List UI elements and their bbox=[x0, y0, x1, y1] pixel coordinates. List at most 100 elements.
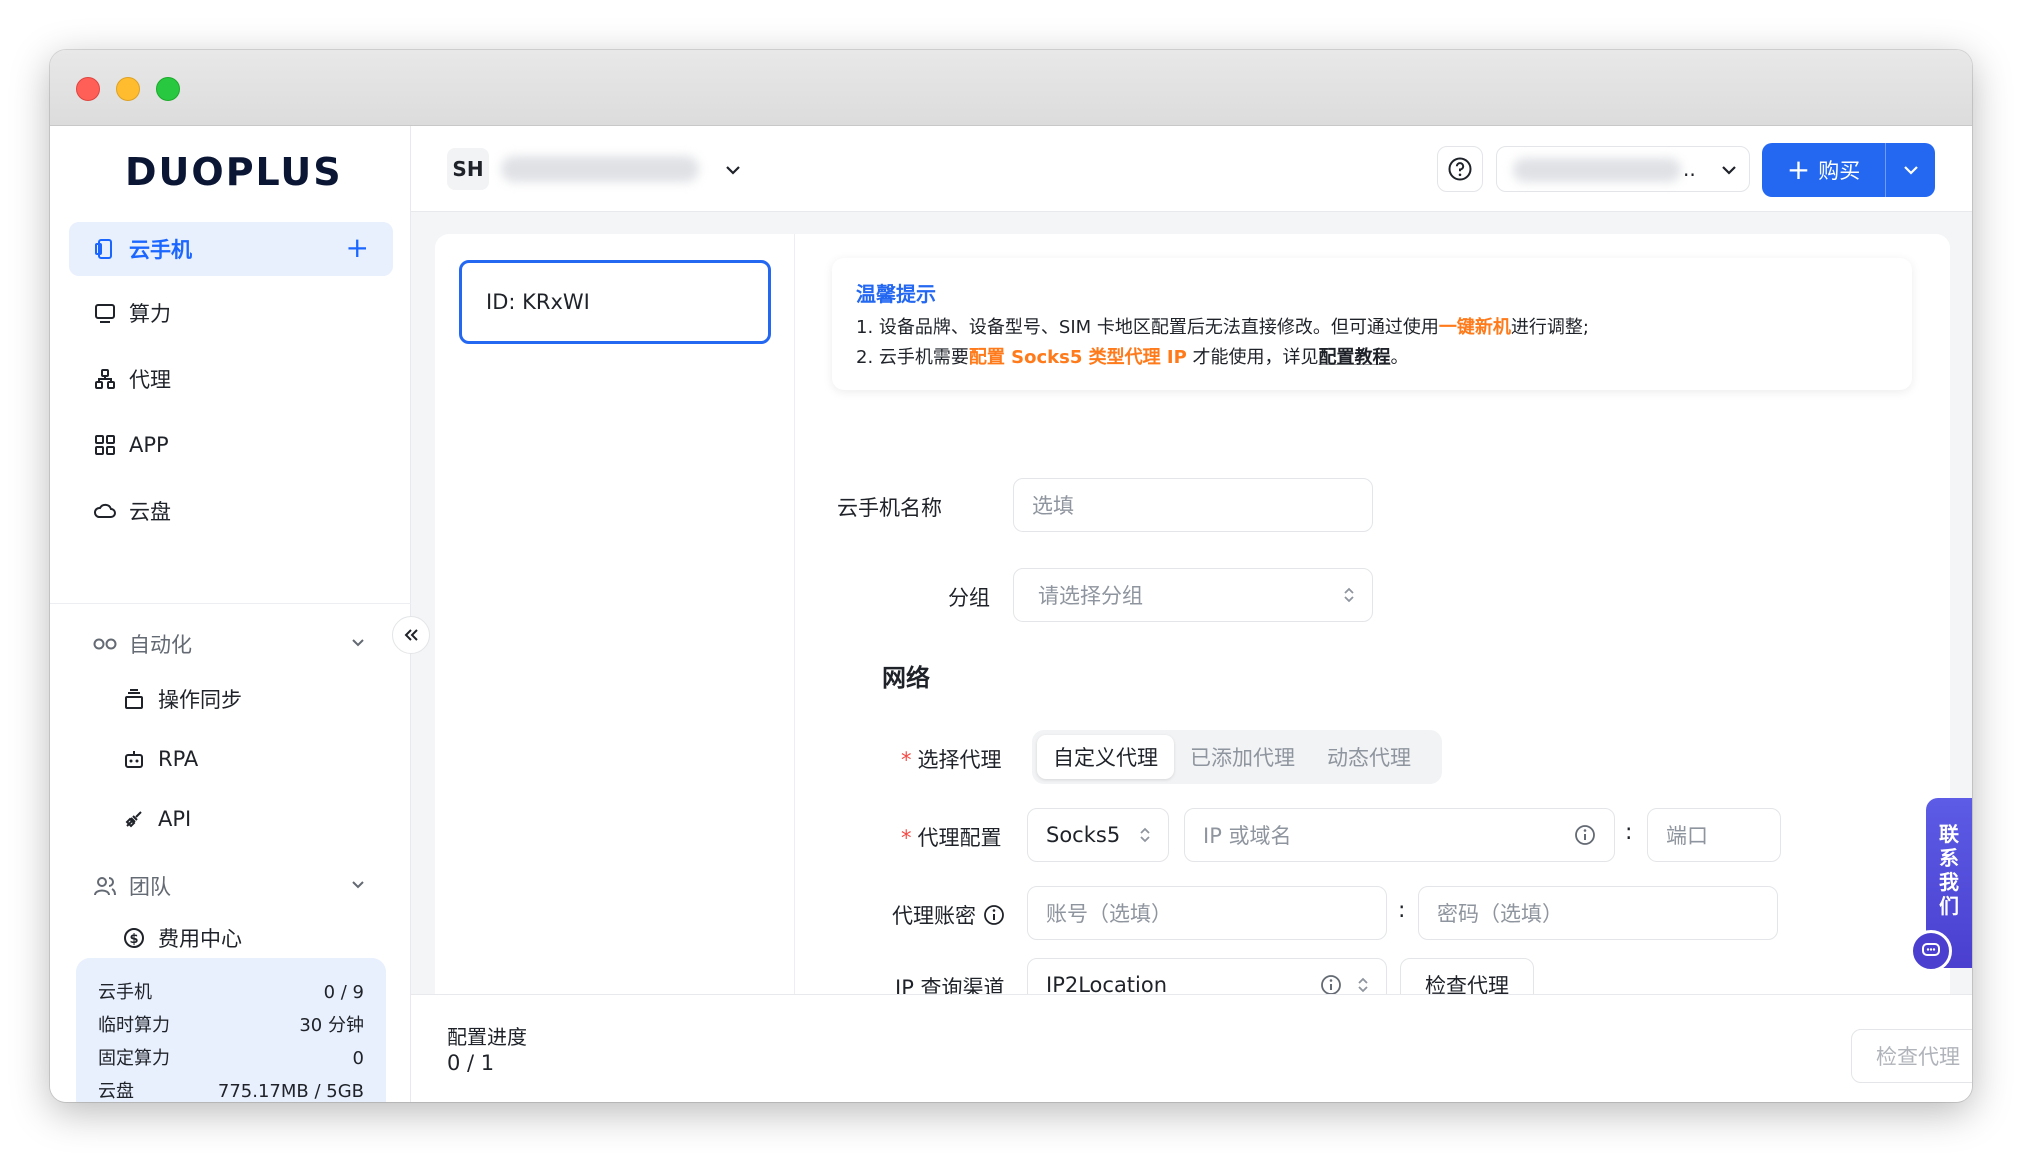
proxy-password-input[interactable]: 密码（选填） bbox=[1418, 886, 1778, 940]
infinity-icon bbox=[93, 632, 117, 656]
group-label: 分组 bbox=[948, 586, 990, 610]
chevron-down-icon[interactable] bbox=[723, 160, 743, 184]
new-device-link[interactable]: 一键新机 bbox=[1439, 317, 1511, 338]
proxy-select-label: * 选择代理 bbox=[901, 748, 1002, 772]
account-selector[interactable]: .. bbox=[1496, 146, 1750, 192]
network-section-title: 网络 bbox=[882, 664, 930, 692]
svg-text:$: $ bbox=[129, 932, 138, 947]
config-card: ID: KRxWI 温馨提示 1. 设备品牌、设备型号、SIM 卡地区配置后无法… bbox=[435, 234, 1950, 1102]
sidebar-item-api[interactable]: API bbox=[122, 797, 191, 841]
duoplus-logo[interactable]: DUOPLUS bbox=[125, 150, 341, 194]
device-item-selected[interactable]: ID: KRxWI bbox=[459, 260, 771, 344]
blurred-workspace-name[interactable] bbox=[501, 156, 699, 182]
sidebar-section-team[interactable]: 团队 bbox=[69, 864, 393, 908]
chat-bubble-button[interactable] bbox=[1910, 930, 1952, 972]
blurred-account-name bbox=[1513, 158, 1681, 182]
section-label: 自动化 bbox=[129, 633, 192, 657]
buy-button[interactable]: + 购买 bbox=[1762, 143, 1886, 197]
notice-title: 温馨提示 bbox=[856, 282, 936, 306]
proxy-host-input[interactable]: IP 或域名 bbox=[1184, 808, 1615, 862]
sidebar-item-operation-sync[interactable]: 操作同步 bbox=[122, 677, 242, 721]
sync-stack-icon bbox=[122, 687, 146, 711]
proxy-protocol-select[interactable]: Socks5 bbox=[1027, 808, 1169, 862]
chevron-down-icon bbox=[1719, 160, 1739, 184]
name-input[interactable]: 选填 bbox=[1013, 478, 1373, 532]
footer-bar: 配置进度 0 / 1 检查代理 bbox=[411, 994, 1972, 1102]
name-label: 云手机名称 bbox=[837, 496, 942, 520]
info-icon[interactable] bbox=[1574, 824, 1596, 851]
device-list: ID: KRxWI bbox=[435, 234, 795, 994]
team-icon bbox=[93, 874, 117, 898]
sub-item-label: 操作同步 bbox=[158, 688, 242, 712]
sidebar-item-compute[interactable]: 算力 bbox=[69, 286, 393, 340]
tab-dynamic-proxy[interactable]: 动态代理 bbox=[1311, 735, 1427, 779]
chevron-down-icon bbox=[349, 632, 367, 656]
maximize-window-button[interactable] bbox=[156, 77, 180, 101]
tab-added-proxy[interactable]: 已添加代理 bbox=[1174, 735, 1311, 779]
progress-label: 配置进度 bbox=[447, 1025, 527, 1049]
title-bar bbox=[50, 50, 1972, 126]
section-label: 团队 bbox=[129, 875, 171, 899]
quota-row: 云手机 0 / 9 bbox=[98, 982, 364, 1003]
monitor-icon bbox=[93, 301, 117, 325]
sidebar-item-cloud-drive[interactable]: 云盘 bbox=[69, 484, 393, 538]
sidebar-item-rpa[interactable]: RPA bbox=[122, 737, 198, 781]
chevron-down-icon bbox=[349, 874, 367, 898]
separator-colon: : bbox=[1625, 820, 1633, 845]
proxy-port-input[interactable]: 端口 bbox=[1647, 808, 1781, 862]
top-header: SH .. + 购买 bbox=[411, 126, 1972, 212]
group-select[interactable]: 请选择分组 bbox=[1013, 568, 1373, 622]
sidebar-divider bbox=[50, 603, 411, 604]
notice-box: 温馨提示 1. 设备品牌、设备型号、SIM 卡地区配置后无法直接修改。但可通过使… bbox=[832, 258, 1912, 390]
quota-row: 临时算力 30 分钟 bbox=[98, 1015, 364, 1036]
chat-icon bbox=[1922, 943, 1940, 956]
separator-colon: : bbox=[1398, 898, 1406, 923]
notice-line-2: 2. 云手机需要配置 Socks5 类型代理 IP 才能使用，详见配置教程。 bbox=[856, 347, 1409, 368]
cloud-icon bbox=[93, 499, 117, 523]
chevron-updown-icon bbox=[1342, 585, 1356, 607]
minimize-window-button[interactable] bbox=[116, 77, 140, 101]
chevron-down-icon bbox=[1903, 166, 1918, 175]
progress-value: 0 / 1 bbox=[447, 1051, 495, 1075]
add-cloud-phone-button[interactable]: + bbox=[346, 234, 369, 262]
apps-grid-icon bbox=[93, 433, 117, 457]
config-tutorial-link[interactable]: 配置教程 bbox=[1319, 347, 1391, 368]
proxy-username-input[interactable]: 账号（选填） bbox=[1027, 886, 1387, 940]
sidebar-item-label: 云手机 bbox=[129, 238, 192, 262]
sub-item-label: API bbox=[158, 807, 192, 831]
sidebar-section-automation[interactable]: 自动化 bbox=[69, 622, 393, 666]
proxy-config-label: * 代理配置 bbox=[901, 826, 1002, 850]
buy-button-group: + 购买 bbox=[1762, 143, 1935, 197]
proxy-account-label: 代理账密 bbox=[892, 900, 1005, 931]
help-circle-icon bbox=[1448, 157, 1472, 181]
chevron-updown-icon bbox=[1138, 825, 1152, 847]
buy-dropdown-button[interactable] bbox=[1886, 143, 1935, 197]
double-chevron-left-icon bbox=[404, 629, 418, 641]
help-button[interactable] bbox=[1437, 146, 1483, 192]
sub-item-label: RPA bbox=[158, 747, 199, 771]
notice-line-1: 1. 设备品牌、设备型号、SIM 卡地区配置后无法直接修改。但可通过使用一键新机… bbox=[856, 317, 1589, 338]
tab-custom-proxy[interactable]: 自定义代理 bbox=[1037, 735, 1174, 779]
close-window-button[interactable] bbox=[76, 77, 100, 101]
sidebar-item-cloud-phone[interactable]: 云手机 + bbox=[69, 222, 393, 276]
check-proxy-button[interactable]: 检查代理 bbox=[1851, 1029, 1972, 1083]
workspace-badge[interactable]: SH bbox=[447, 148, 489, 190]
collapse-sidebar-button[interactable] bbox=[392, 616, 430, 654]
sidebar-item-label: APP bbox=[129, 433, 169, 457]
contact-label: 联系我们 bbox=[1939, 822, 1959, 918]
dollar-circle-icon: $ bbox=[122, 926, 146, 950]
app-window: DUOPLUS 云手机 + 算力 代理 APP 云盘 自动化 操作同步 RPA … bbox=[50, 50, 1972, 1102]
quota-panel: 云手机 0 / 9 临时算力 30 分钟 固定算力 0 云盘 775.17MB … bbox=[76, 958, 386, 1102]
sidebar-item-billing[interactable]: $ 费用中心 bbox=[122, 916, 242, 960]
plug-icon bbox=[122, 807, 146, 831]
sidebar-item-label: 代理 bbox=[129, 368, 171, 392]
sidebar-item-proxy[interactable]: 代理 bbox=[69, 352, 393, 406]
sidebar-item-app[interactable]: APP bbox=[69, 418, 393, 472]
sidebar: DUOPLUS 云手机 + 算力 代理 APP 云盘 自动化 操作同步 RPA … bbox=[50, 126, 411, 1102]
quota-row: 固定算力 0 bbox=[98, 1048, 364, 1069]
robot-icon bbox=[122, 747, 146, 771]
info-icon[interactable] bbox=[983, 904, 1005, 931]
sub-item-label: 费用中心 bbox=[158, 927, 242, 951]
plus-icon: + bbox=[1786, 153, 1811, 186]
sidebar-item-label: 云盘 bbox=[129, 500, 171, 524]
